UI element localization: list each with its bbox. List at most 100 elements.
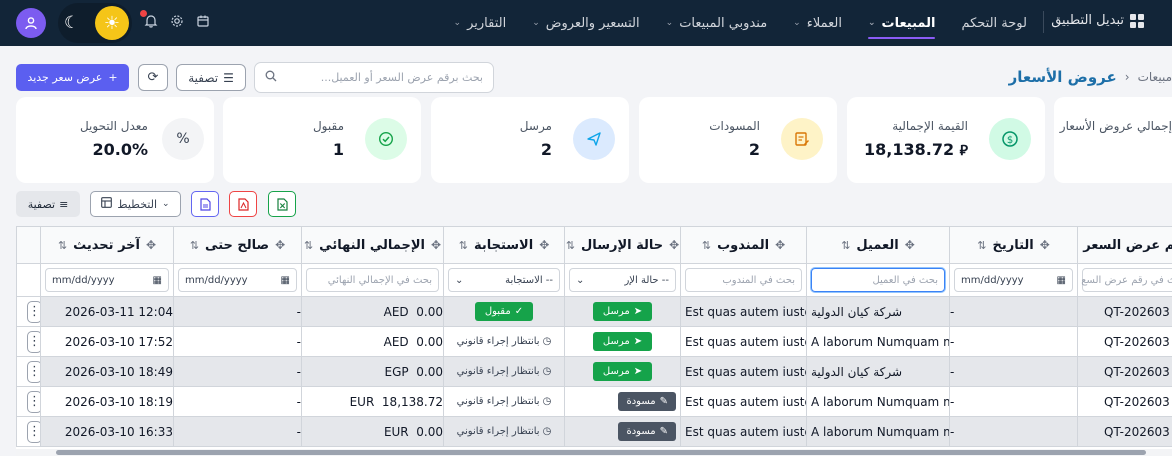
check-circle-icon <box>365 118 407 160</box>
table-cell: - <box>173 297 301 327</box>
table-cell: 2026-03-11 12:04 <box>40 297 173 327</box>
column-header[interactable]: ✥ المندوب ⇅ <box>680 226 806 264</box>
sort-icon[interactable]: ⇅ <box>304 239 313 252</box>
date-filter-input[interactable]: mm/dd/yyyy ▦ <box>45 268 169 292</box>
moon-icon[interactable]: ☾ <box>64 13 79 33</box>
sort-icon[interactable]: ⇅ <box>977 239 986 252</box>
calendar-icon[interactable] <box>196 14 210 32</box>
nav-item[interactable]: لوحة التحكم <box>961 0 1027 46</box>
bell-icon[interactable] <box>140 10 158 32</box>
move-icon[interactable]: ✥ <box>146 238 156 252</box>
move-icon[interactable]: ✥ <box>669 238 679 252</box>
column-header[interactable]: ✥ الإجمالي النهائي ⇅ <box>301 226 443 264</box>
text-filter-placeholder: بحث في المندوب <box>722 274 795 286</box>
column-header[interactable]: ✥ الاستجابة ⇅ <box>443 226 564 264</box>
sort-icon[interactable]: ⇅ <box>459 239 468 252</box>
export-csv-button[interactable] <box>191 191 219 217</box>
move-icon[interactable]: ✥ <box>905 238 915 252</box>
nav-item[interactable]: مندوبي المبيعات ⌄ <box>666 0 768 46</box>
plus-icon: + <box>108 71 118 84</box>
table-filter-button[interactable]: ≡ تصفية <box>16 191 80 217</box>
row-actions-button[interactable]: ⋮ <box>27 300 40 323</box>
sort-icon[interactable]: ⇅ <box>566 239 575 252</box>
text-filter-input[interactable]: بحث في العميل <box>811 268 945 292</box>
sort-icon[interactable]: ⇅ <box>841 239 850 252</box>
sales-rep-name: Est quas autem iusto <box>685 304 806 319</box>
row-actions-button[interactable]: ⋮ <box>27 360 40 383</box>
refresh-button[interactable]: ⟳ <box>138 64 168 91</box>
row-actions-button[interactable]: ⋮ <box>27 390 40 413</box>
row-actions-button[interactable]: ⋮ <box>27 420 40 443</box>
move-icon[interactable]: ✥ <box>775 238 785 252</box>
breadcrumb-parent[interactable]: مبيعات <box>1138 70 1172 84</box>
move-icon[interactable]: ✥ <box>431 238 441 252</box>
export-excel-button[interactable] <box>268 191 296 217</box>
nav-item[interactable]: العملاء ⌄ <box>793 0 842 46</box>
quote-number[interactable]: QT-202603 <box>1104 305 1170 319</box>
nav-item-label: لوحة التحكم <box>961 15 1027 31</box>
nav-item[interactable]: المبيعات ⌄ <box>867 0 935 46</box>
clock-icon: ◷ <box>542 396 552 407</box>
send-status-badge: ✎ مسودة <box>618 422 676 441</box>
column-header[interactable]: ✥ التاريخ ⇅ <box>949 226 1077 264</box>
nav-item[interactable]: التقارير ⌄ <box>454 0 507 46</box>
quote-number[interactable]: QT-202603 <box>1104 365 1170 379</box>
stat-value: 2 <box>748 140 760 159</box>
move-icon[interactable]: ✥ <box>1040 238 1050 252</box>
theme-toggle[interactable]: ☾ ☀ <box>58 3 132 43</box>
column-header-label: العميل <box>856 237 899 253</box>
table-cell: 2026-03-10 16:33 <box>40 417 173 447</box>
text-filter-input[interactable]: بحث في المندوب <box>685 268 802 292</box>
table-cell: QT-202603 <box>1077 387 1172 417</box>
calendar-icon[interactable]: ▦ <box>281 275 290 286</box>
search-input[interactable]: بحث برقم عرض السعر أو العميل... <box>254 62 494 93</box>
move-icon[interactable]: ✥ <box>275 238 285 252</box>
export-pdf-button[interactable] <box>229 191 257 217</box>
column-header[interactable]: ✥ العميل ⇅ <box>806 226 949 264</box>
table-row: QT-202603- A laborum Numquam m Est quas au… <box>16 327 1172 357</box>
quote-number[interactable]: QT-202603 <box>1104 395 1170 409</box>
row-actions-button[interactable]: ⋮ <box>27 330 40 353</box>
sun-icon[interactable]: ☀ <box>95 6 129 40</box>
switch-app-button[interactable]: تبديل التطبيق <box>1051 13 1144 28</box>
stat-card-total-quotes: إجمالي عروض الأسعار <box>1054 97 1172 183</box>
valid-until: - <box>296 364 301 379</box>
column-header[interactable]: ✥ آخر تحديث ⇅ <box>40 226 173 264</box>
nav-item[interactable]: التسعير والعروض ⌄ <box>532 0 639 46</box>
select-filter[interactable]: -- حالة الإر ⌄ <box>569 268 676 292</box>
quote-number[interactable]: QT-202603 <box>1104 425 1170 439</box>
stat-label: إجمالي عروض الأسعار <box>1059 119 1172 133</box>
table-cell: - <box>173 417 301 447</box>
column-header[interactable]: ✥ صالح حتى ⇅ <box>173 226 301 264</box>
last-updated: 2026-03-11 12:04 <box>64 304 173 319</box>
date-filter-input[interactable]: mm/dd/yyyy ▦ <box>178 268 297 292</box>
column-header[interactable]: ✥رقم عرض السعر⇅ <box>1077 226 1172 264</box>
select-filter[interactable]: -- الاستجابة ⌄ <box>448 268 560 292</box>
riyal-icon: ⃁ <box>959 143 968 159</box>
scrollbar-thumb[interactable] <box>56 450 1146 455</box>
final-total: AED 0.00 <box>383 304 443 319</box>
text-filter-input[interactable]: بحث في رقم عرض السع <box>1081 268 1172 292</box>
stat-card-accepted: مقبول 1 <box>223 97 421 183</box>
sort-icon[interactable]: ⇅ <box>58 239 67 252</box>
filter-button[interactable]: ☰ تصفية <box>176 64 246 91</box>
move-icon[interactable]: ✥ <box>539 238 549 252</box>
table-cell: A laborum Numquam m <box>806 417 949 447</box>
sort-icon[interactable]: ⇅ <box>190 239 199 252</box>
text-filter-input[interactable]: بحث في الإجمالي النهائي <box>306 268 439 292</box>
send-status-badge: ➤ مرسل <box>592 362 653 381</box>
table-row: QT-202603 - شركة كيان الدولية Est quas aute… <box>16 297 1172 327</box>
calendar-icon[interactable]: ▦ <box>153 275 162 286</box>
horizontal-scrollbar[interactable] <box>16 449 1172 456</box>
column-header[interactable]: ✥ حالة الإرسال ⇅ <box>564 226 680 264</box>
quote-number[interactable]: QT-202603 <box>1104 335 1170 349</box>
table-cell: AED 0.00 <box>301 297 443 327</box>
date-filter-input[interactable]: mm/dd/yyyy ▦ <box>954 268 1073 292</box>
sort-icon[interactable]: ⇅ <box>702 239 711 252</box>
stat-card-sent: مرسل 2 <box>431 97 629 183</box>
new-quote-button[interactable]: + عرض سعر جديد <box>16 64 129 91</box>
user-avatar[interactable] <box>16 8 46 38</box>
layout-button[interactable]: ⌄ التخطيط <box>90 191 181 217</box>
gear-icon[interactable] <box>170 14 184 32</box>
calendar-icon[interactable]: ▦ <box>1057 275 1066 286</box>
